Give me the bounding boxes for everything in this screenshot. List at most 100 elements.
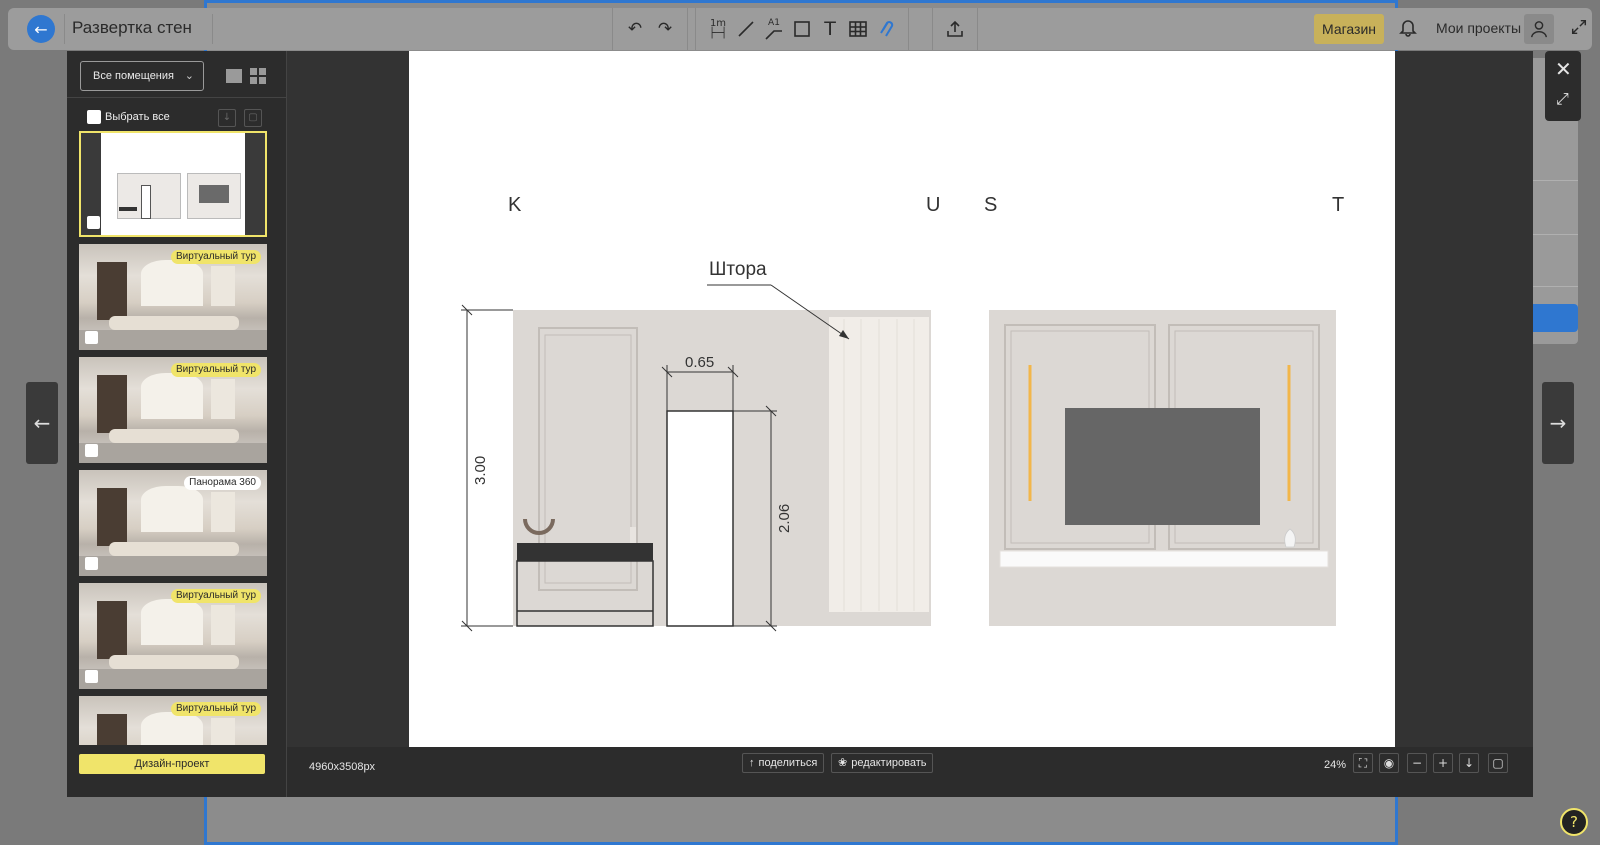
thumbnail-wall-elevation[interactable] (79, 131, 267, 237)
rectangle-icon[interactable] (790, 17, 814, 41)
checkbox[interactable] (87, 110, 101, 124)
edit-label: редактировать (851, 757, 927, 769)
undo-icon[interactable]: ↶ (623, 17, 647, 41)
thumb-window (211, 379, 235, 419)
actual-size-icon[interactable]: ◉ (1379, 753, 1399, 773)
design-project-button[interactable]: Дизайн-проект (79, 754, 265, 774)
drawing-tools: 1m ├─┤ A1 T (695, 8, 909, 50)
thumbnail-checkbox[interactable] (87, 216, 100, 229)
expand-icon[interactable]: ⤢ (1556, 89, 1569, 109)
divider (1528, 180, 1578, 181)
thumbnail-checkbox[interactable] (85, 331, 98, 344)
my-projects-link[interactable]: Мои проекты (1436, 20, 1521, 36)
export-tools (932, 8, 978, 50)
upload-icon[interactable] (943, 17, 967, 41)
thumb-sofa (109, 316, 239, 330)
thumb-window (211, 266, 235, 306)
back-button[interactable]: ← (27, 15, 55, 43)
thumb-window (211, 492, 235, 532)
zoom-in-icon[interactable]: + (1433, 753, 1453, 773)
dim-door-height: 2.06 (776, 504, 793, 533)
thumb-sofa (109, 429, 239, 443)
next-button[interactable]: → (1542, 382, 1574, 464)
select-all-checkbox[interactable]: Выбрать все (87, 110, 170, 124)
edit-icon: ❀ (838, 757, 848, 769)
thumbnail-list: Виртуальный тур Виртуальный тур Панорама… (79, 131, 269, 745)
thumb-desk (119, 207, 137, 211)
thumb-tv (199, 185, 229, 203)
previous-button[interactable]: ← (26, 382, 58, 464)
ruler-bar: ├─┤ (708, 28, 728, 39)
fit-screen-icon[interactable]: ⛶ (1353, 753, 1373, 773)
share-button[interactable]: ↑ поделиться (742, 753, 825, 773)
zoom-out-icon[interactable]: − (1407, 753, 1427, 773)
thumbnail-panorama[interactable]: Виртуальный тур (79, 696, 267, 745)
arrow-left-icon: ← (34, 19, 48, 39)
trash-icon[interactable]: ▢ (1488, 753, 1508, 773)
download-selected-icon[interactable]: ↓ (218, 109, 236, 127)
console-table-top (517, 543, 653, 561)
thumbnail-panorama[interactable]: Виртуальный тур (79, 357, 267, 463)
select-all-label: Выбрать все (105, 111, 170, 123)
user-button[interactable] (1524, 14, 1554, 44)
redo-icon[interactable]: ↷ (653, 17, 677, 41)
shop-button[interactable]: Магазин (1314, 14, 1385, 44)
thumb-floor (79, 443, 267, 463)
single-view-icon[interactable] (226, 69, 242, 83)
help-button[interactable]: ? (1560, 808, 1588, 836)
thumbnail-checkbox[interactable] (85, 557, 98, 570)
thumbnail-checkbox[interactable] (85, 670, 98, 683)
decor-object (630, 527, 636, 543)
thumb-window (211, 605, 235, 645)
room-select-value: Все помещения (93, 70, 174, 82)
divider (1528, 286, 1578, 287)
top-toolbar: ← Развертка стен ↶ ↷ 1m ├─┤ A1 T Магазин … (8, 8, 1592, 50)
thumbnail-panorama[interactable]: Панорама 360 (79, 470, 267, 576)
download-icon[interactable]: ↓ (1459, 753, 1479, 773)
arrow-right-icon: → (1549, 411, 1567, 435)
thumb-window (141, 260, 203, 306)
fullscreen-icon[interactable] (1570, 18, 1588, 41)
thumb-floor (79, 330, 267, 350)
table-icon[interactable] (846, 17, 870, 41)
dim-wall-height: 3.00 (472, 456, 489, 485)
thumb-window (141, 599, 203, 645)
thumb-window (211, 718, 235, 745)
thumb-border (245, 133, 265, 235)
thumb-sofa (109, 655, 239, 669)
ruler-1m-icon[interactable]: 1m ├─┤ (706, 17, 730, 41)
close-icon[interactable]: ✕ (1555, 57, 1572, 81)
wall-elevation-drawing: K U S T 3.00 0.65 2.06 Штора (409, 51, 1395, 747)
thumbnail-panorama[interactable]: Виртуальный тур (79, 244, 267, 350)
text-icon[interactable]: T (818, 17, 842, 41)
room-select[interactable]: Все помещения ⌄ (80, 61, 204, 91)
label-s: S (984, 194, 997, 216)
door (666, 410, 734, 627)
panorama-360-badge: Панорама 360 (184, 476, 261, 490)
history-tools: ↶ ↷ (612, 8, 688, 50)
thumb-floor (79, 556, 267, 576)
label-k: K (508, 194, 522, 216)
divider (67, 97, 287, 98)
share-icon: ↑ (749, 757, 755, 769)
thumb-window (141, 486, 203, 532)
thumbnail-panorama[interactable]: Виртуальный тур (79, 583, 267, 689)
thumb-window (141, 373, 203, 419)
magnet-icon[interactable] (874, 17, 898, 41)
thumbnail-checkbox[interactable] (85, 444, 98, 457)
angle-icon[interactable]: A1 (762, 17, 786, 41)
virtual-tour-badge: Виртуальный тур (171, 702, 261, 716)
edit-button[interactable]: ❀ редактировать (831, 753, 934, 773)
thumb-shelf (97, 714, 127, 745)
grid-view-icon[interactable] (250, 68, 266, 84)
label-t: T (1332, 194, 1344, 216)
line-icon[interactable] (734, 17, 758, 41)
page-title: Развертка стен (72, 18, 192, 37)
thumb-door (141, 185, 151, 219)
zoom-level: 24% (1324, 759, 1347, 771)
bell-icon[interactable] (1398, 17, 1418, 42)
delete-selected-icon[interactable]: ▢ (244, 109, 262, 127)
arrow-left-icon: ← (33, 411, 51, 435)
chevron-down-icon: ⌄ (184, 70, 194, 82)
share-label: поделиться (758, 757, 818, 769)
